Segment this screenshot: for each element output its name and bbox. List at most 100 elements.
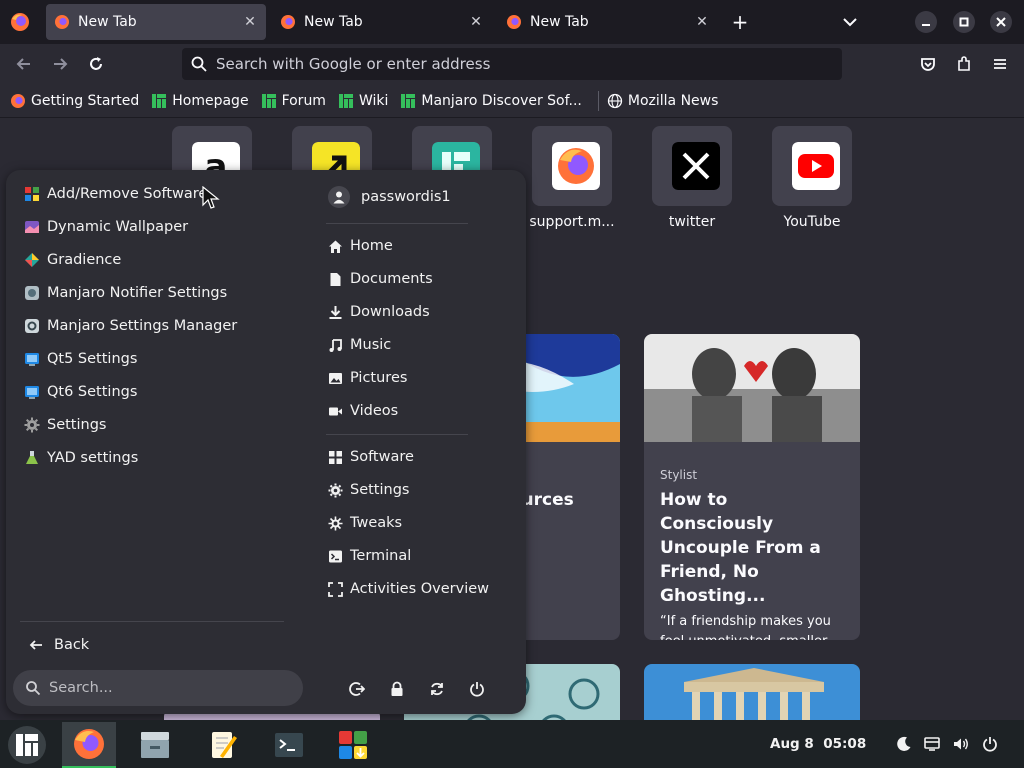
app-settings[interactable]: Settings [24,413,106,437]
place-label: Documents [350,271,433,287]
pocket-button[interactable] [918,54,938,74]
app-qt6-settings[interactable]: Qt6 Settings [24,380,137,404]
bookmark-wiki[interactable]: Wiki [338,93,388,109]
minimize-button[interactable] [915,11,937,33]
gradience-icon [25,253,39,267]
user-button[interactable]: passwordis1 [328,184,451,210]
bookmark-forum[interactable]: Forum [261,93,326,109]
extensions-button[interactable] [954,54,974,74]
tab-3[interactable]: New Tab ✕ [498,4,718,40]
maximize-button[interactable] [953,11,975,33]
app-menu-launcher[interactable] [0,722,54,768]
taskbar-text-editor[interactable] [196,722,250,768]
user-icon [333,191,345,204]
app-label: Manjaro Notifier Settings [47,285,228,301]
system-activities-overview[interactable]: Activities Overview [328,577,489,601]
clock-date: Aug 8 [770,736,814,752]
tab-2[interactable]: New Tab ✕ [272,4,492,40]
back-button[interactable]: Back [28,633,89,657]
system-settings[interactable]: Settings [328,478,409,502]
puzzle-icon [958,56,970,71]
place-label: Downloads [350,304,430,320]
taskbar-terminal[interactable] [262,722,316,768]
tab-title: New Tab [304,14,363,30]
url-bar[interactable] [182,48,842,80]
app-manjaro-settings-manager[interactable]: Manjaro Settings Manager [24,314,237,338]
system-tweaks[interactable]: Tweaks [328,511,402,535]
power-menu[interactable] [980,734,1000,754]
restart-button[interactable] [426,678,448,700]
close-window-button[interactable] [990,11,1012,33]
taskbar-software[interactable] [326,722,380,768]
bookmark-mozilla-news[interactable]: Mozilla News [607,93,718,109]
system-software[interactable]: Software [328,445,414,469]
close-tab-button[interactable]: ✕ [692,12,712,32]
back-button[interactable] [14,54,34,74]
app-gradience[interactable]: Gradience [24,248,121,272]
app-add-remove-software[interactable]: Add/Remove Software [24,182,207,206]
app-dynamic-wallpaper[interactable]: Dynamic Wallpaper [24,215,188,239]
software-icon [25,187,39,201]
tab-title: New Tab [530,14,589,30]
search-icon [26,681,41,696]
terminal-icon [275,733,303,757]
separator [326,223,468,224]
system-label: Settings [350,482,410,498]
taskbar-firefox[interactable] [62,722,116,768]
url-input[interactable] [216,55,816,73]
bookmark-manjaro-discover[interactable]: Manjaro Discover Sof... [400,93,582,109]
power-off-button[interactable] [466,678,488,700]
story-card[interactable]: Stylist How to Consciously Uncouple From… [644,334,860,640]
system-label: Tweaks [350,515,403,531]
firefox-icon [552,142,600,190]
manjaro-icon [401,93,416,108]
tab-1[interactable]: New Tab ✕ [46,4,266,40]
menu-search[interactable] [13,670,303,706]
firefox-icon [74,729,104,759]
tray-display[interactable] [922,734,942,754]
clock[interactable]: Aug 8 05:08 [770,736,866,752]
arrow-right-icon [54,58,68,70]
activities-icon [328,581,343,597]
close-tab-button[interactable]: ✕ [240,12,260,32]
top-site-twitter[interactable] [652,126,732,206]
place-music[interactable]: Music [328,333,391,357]
close-tab-button[interactable]: ✕ [466,12,486,32]
list-all-tabs-button[interactable] [840,12,860,32]
bookmark-getting-started[interactable]: Getting Started [10,93,139,109]
firefox-icon [507,15,521,29]
volume-control[interactable] [951,734,971,754]
place-downloads[interactable]: Downloads [328,300,430,324]
night-light-toggle[interactable] [894,734,914,754]
place-documents[interactable]: Documents [328,267,433,291]
app-qt5-settings[interactable]: Qt5 Settings [24,347,137,371]
new-tab-button[interactable]: + [728,10,752,34]
app-yad-settings[interactable]: YAD settings [24,446,138,470]
search-input[interactable] [49,680,289,696]
app-menu-button[interactable] [990,54,1010,74]
manjaro-logo-icon [8,726,46,764]
home-icon [329,240,342,253]
lock-button[interactable] [386,678,408,700]
gear-icon [24,417,40,433]
story-title: How to Consciously Uncouple From a Frien… [660,490,821,606]
place-home[interactable]: Home [328,234,393,258]
taskbar-files[interactable] [128,722,182,768]
top-site-support[interactable] [532,126,612,206]
system-terminal[interactable]: Terminal [328,544,411,568]
terminal-icon [329,550,342,562]
wallpaper-icon [25,221,39,233]
app-manjaro-notifier-settings[interactable]: Manjaro Notifier Settings [24,281,227,305]
top-site-youtube[interactable] [772,126,852,206]
display-icon [924,737,940,751]
logout-button[interactable] [346,678,368,700]
app-label: Add/Remove Software [47,186,208,202]
story-card[interactable] [644,664,860,720]
reload-button[interactable] [86,54,106,74]
forward-button[interactable] [50,54,70,74]
place-videos[interactable]: Videos [328,399,398,423]
bookmark-homepage[interactable]: Homepage [151,93,249,109]
lock-icon [391,681,403,696]
firefox-view-button[interactable] [8,10,32,34]
place-pictures[interactable]: Pictures [328,366,407,390]
